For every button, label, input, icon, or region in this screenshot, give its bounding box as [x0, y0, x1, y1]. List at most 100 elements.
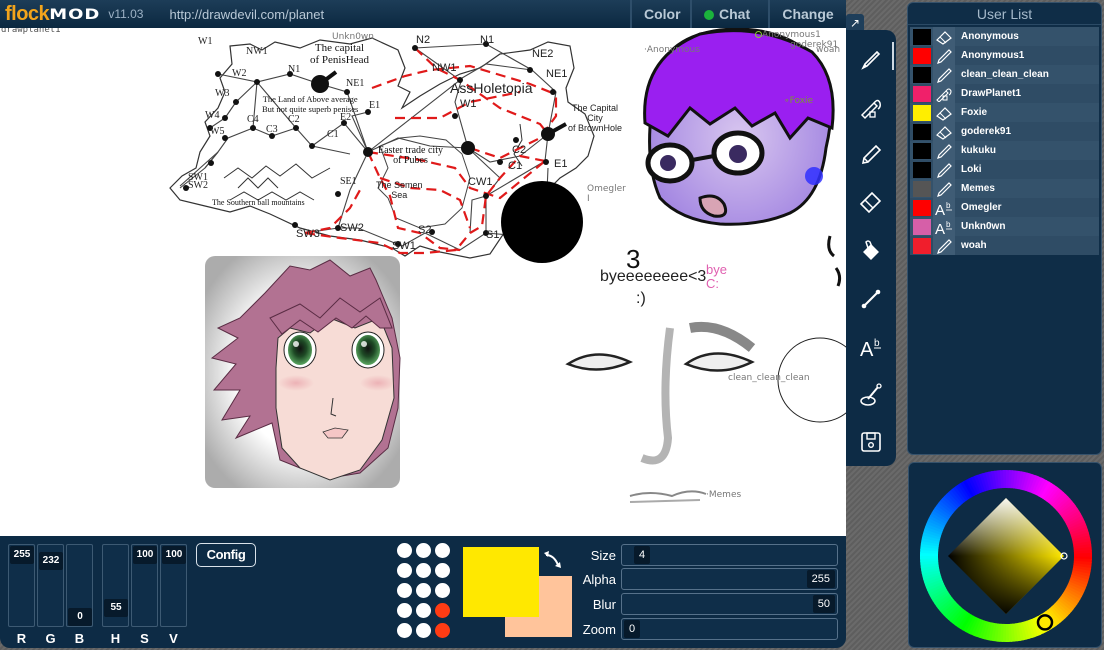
brush-icon: [933, 46, 955, 65]
config-button[interactable]: Config: [196, 543, 256, 567]
logo-mod-text: MOD: [49, 5, 101, 23]
slider-alpha[interactable]: 255: [621, 568, 838, 590]
brush-preset[interactable]: [416, 543, 431, 558]
chat-status-dot: [704, 10, 714, 20]
map-label-line: The Capital: [572, 103, 619, 113]
user-list-title: User List: [908, 3, 1101, 25]
tab-change[interactable]: Change: [768, 0, 846, 28]
smudge-icon: [860, 99, 881, 119]
slider-label-zoom: Zoom: [582, 622, 616, 637]
user-color-swatch: [913, 161, 931, 178]
brush-preset[interactable]: [435, 563, 450, 578]
brush-preset[interactable]: [397, 623, 412, 638]
drawn-smile-text: :): [636, 290, 646, 307]
hue-marker[interactable]: [1036, 614, 1054, 631]
channel-value: 255: [10, 546, 34, 564]
tool-smudge[interactable]: [851, 84, 891, 132]
user-list-item[interactable]: Foxie: [910, 103, 1099, 122]
tool-eraser[interactable]: [851, 179, 891, 227]
cursor-woah: woah: [816, 45, 841, 55]
channel-slider-v[interactable]: 100: [160, 544, 187, 627]
channel-label: B: [74, 631, 85, 646]
svg-text:A: A: [935, 221, 945, 235]
user-list-item[interactable]: Anonymous: [910, 27, 1099, 46]
user-color-swatch: [913, 142, 931, 159]
tool-line[interactable]: [851, 275, 891, 323]
user-color-swatch: [913, 47, 931, 64]
eyedropper-icon: [860, 383, 882, 407]
brush-preset[interactable]: [416, 583, 431, 598]
pencil-icon: [861, 145, 882, 165]
brush-preset[interactable]: [435, 583, 450, 598]
slider-size[interactable]: 4: [621, 544, 838, 566]
channel-value: 100: [162, 546, 186, 564]
brush-preset[interactable]: [397, 603, 412, 618]
channel-value: 100: [133, 546, 157, 564]
saturation-value-diamond[interactable]: [948, 498, 1064, 614]
user-name: Foxie: [961, 107, 988, 118]
swap-colors-icon[interactable]: [542, 549, 564, 571]
map-label-line: The capital: [314, 42, 365, 54]
primary-color-swatch[interactable]: [463, 547, 539, 617]
user-list-item[interactable]: Anonymous1: [910, 46, 1099, 65]
channel-slider-g[interactable]: 232: [37, 544, 64, 627]
user-name: Unkn0wn: [961, 221, 1006, 232]
user-list-item[interactable]: woah: [910, 236, 1099, 255]
svg-text:b: b: [946, 220, 951, 229]
map-label-capital-penishead: The capital of PenisHead: [310, 42, 369, 66]
map-node-label: E2: [340, 112, 352, 123]
brush-preset[interactable]: [416, 623, 431, 638]
tool-text[interactable]: Ab: [851, 323, 891, 371]
tool-eyedropper[interactable]: [851, 370, 891, 418]
user-list-item[interactable]: Ab Unkn0wn: [910, 217, 1099, 236]
brush-preset[interactable]: [397, 563, 412, 578]
drawing-canvas[interactable]: drawplanet1 The capital of PenisHead The…: [0, 28, 846, 536]
brush-preset[interactable]: [416, 603, 431, 618]
brush-icon: [933, 65, 955, 84]
user-list-item[interactable]: clean_clean_clean: [910, 65, 1099, 84]
tool-brush[interactable]: [851, 36, 894, 84]
brush-preset[interactable]: [397, 583, 412, 598]
map-node-label: NW1: [246, 46, 268, 57]
tab-chat[interactable]: Chat: [690, 0, 768, 28]
tool-fill[interactable]: [851, 227, 891, 275]
tool-save[interactable]: [851, 418, 891, 466]
brush-preset[interactable]: [435, 603, 450, 618]
user-list-item[interactable]: Loki: [910, 160, 1099, 179]
map-node-label: SW2: [188, 180, 208, 191]
user-name: Anonymous: [961, 31, 1019, 42]
map-node-label: C1: [327, 129, 339, 140]
user-list-item[interactable]: goderek91: [910, 122, 1099, 141]
map-label-ball-mountains: The Southern ball mountains: [212, 198, 305, 207]
cursor-name: Foxie: [789, 96, 814, 106]
brush-preset[interactable]: [435, 543, 450, 558]
user-name: goderek91: [961, 126, 1012, 137]
user-list-item[interactable]: Ab Omegler: [910, 198, 1099, 217]
brush-icon: [861, 50, 881, 70]
channel-slider-b[interactable]: 0: [66, 544, 93, 627]
slider-blur[interactable]: 50: [621, 593, 838, 615]
map-node-label: N2: [416, 34, 431, 46]
brush-preset[interactable]: [435, 623, 450, 638]
tab-color[interactable]: Color: [630, 0, 690, 28]
slider-zoom[interactable]: 0: [621, 618, 838, 640]
brush-presets: [397, 543, 450, 638]
brush-preset[interactable]: [397, 543, 412, 558]
channel-slider-h[interactable]: 55: [102, 544, 129, 627]
user-list-item[interactable]: DrawPlanet1: [910, 84, 1099, 103]
color-wheel[interactable]: [909, 463, 1103, 649]
hue-ring-segment[interactable]: [1073, 552, 1092, 557]
cursor-name: Anonymous: [646, 45, 700, 55]
channel-slider-r[interactable]: 255: [8, 544, 35, 627]
tool-pencil[interactable]: [851, 132, 891, 180]
cursor-ring: [755, 31, 762, 38]
top-bar: flock MOD v11.03 http://drawdevil.com/pl…: [0, 0, 846, 28]
channel-value: 55: [104, 598, 128, 617]
user-list-item[interactable]: Memes: [910, 179, 1099, 198]
channel-label: V: [169, 631, 178, 646]
svg-text:b: b: [874, 338, 880, 349]
user-list-item[interactable]: kukuku: [910, 141, 1099, 160]
map-label-line: of BrownHole: [568, 123, 623, 133]
channel-slider-s[interactable]: 100: [131, 544, 158, 627]
brush-preset[interactable]: [416, 563, 431, 578]
